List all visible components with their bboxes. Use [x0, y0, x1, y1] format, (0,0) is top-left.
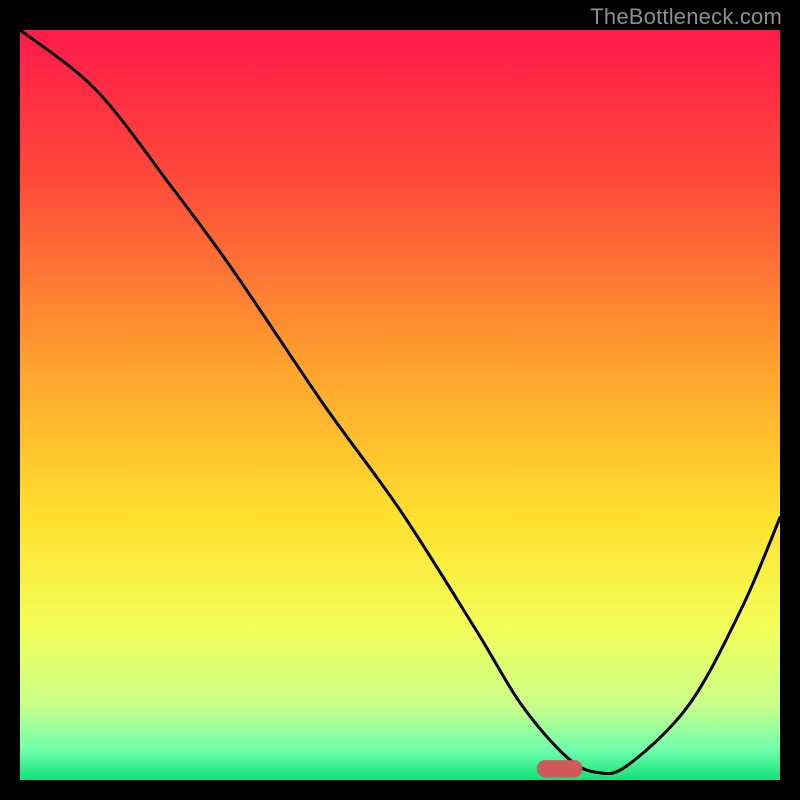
chart-frame: TheBottleneck.com	[0, 0, 800, 800]
plot-area	[20, 30, 780, 780]
gradient-background	[20, 30, 780, 780]
optimal-point-marker	[537, 760, 583, 777]
chart-svg	[20, 30, 780, 780]
watermark-label: TheBottleneck.com	[590, 4, 782, 30]
